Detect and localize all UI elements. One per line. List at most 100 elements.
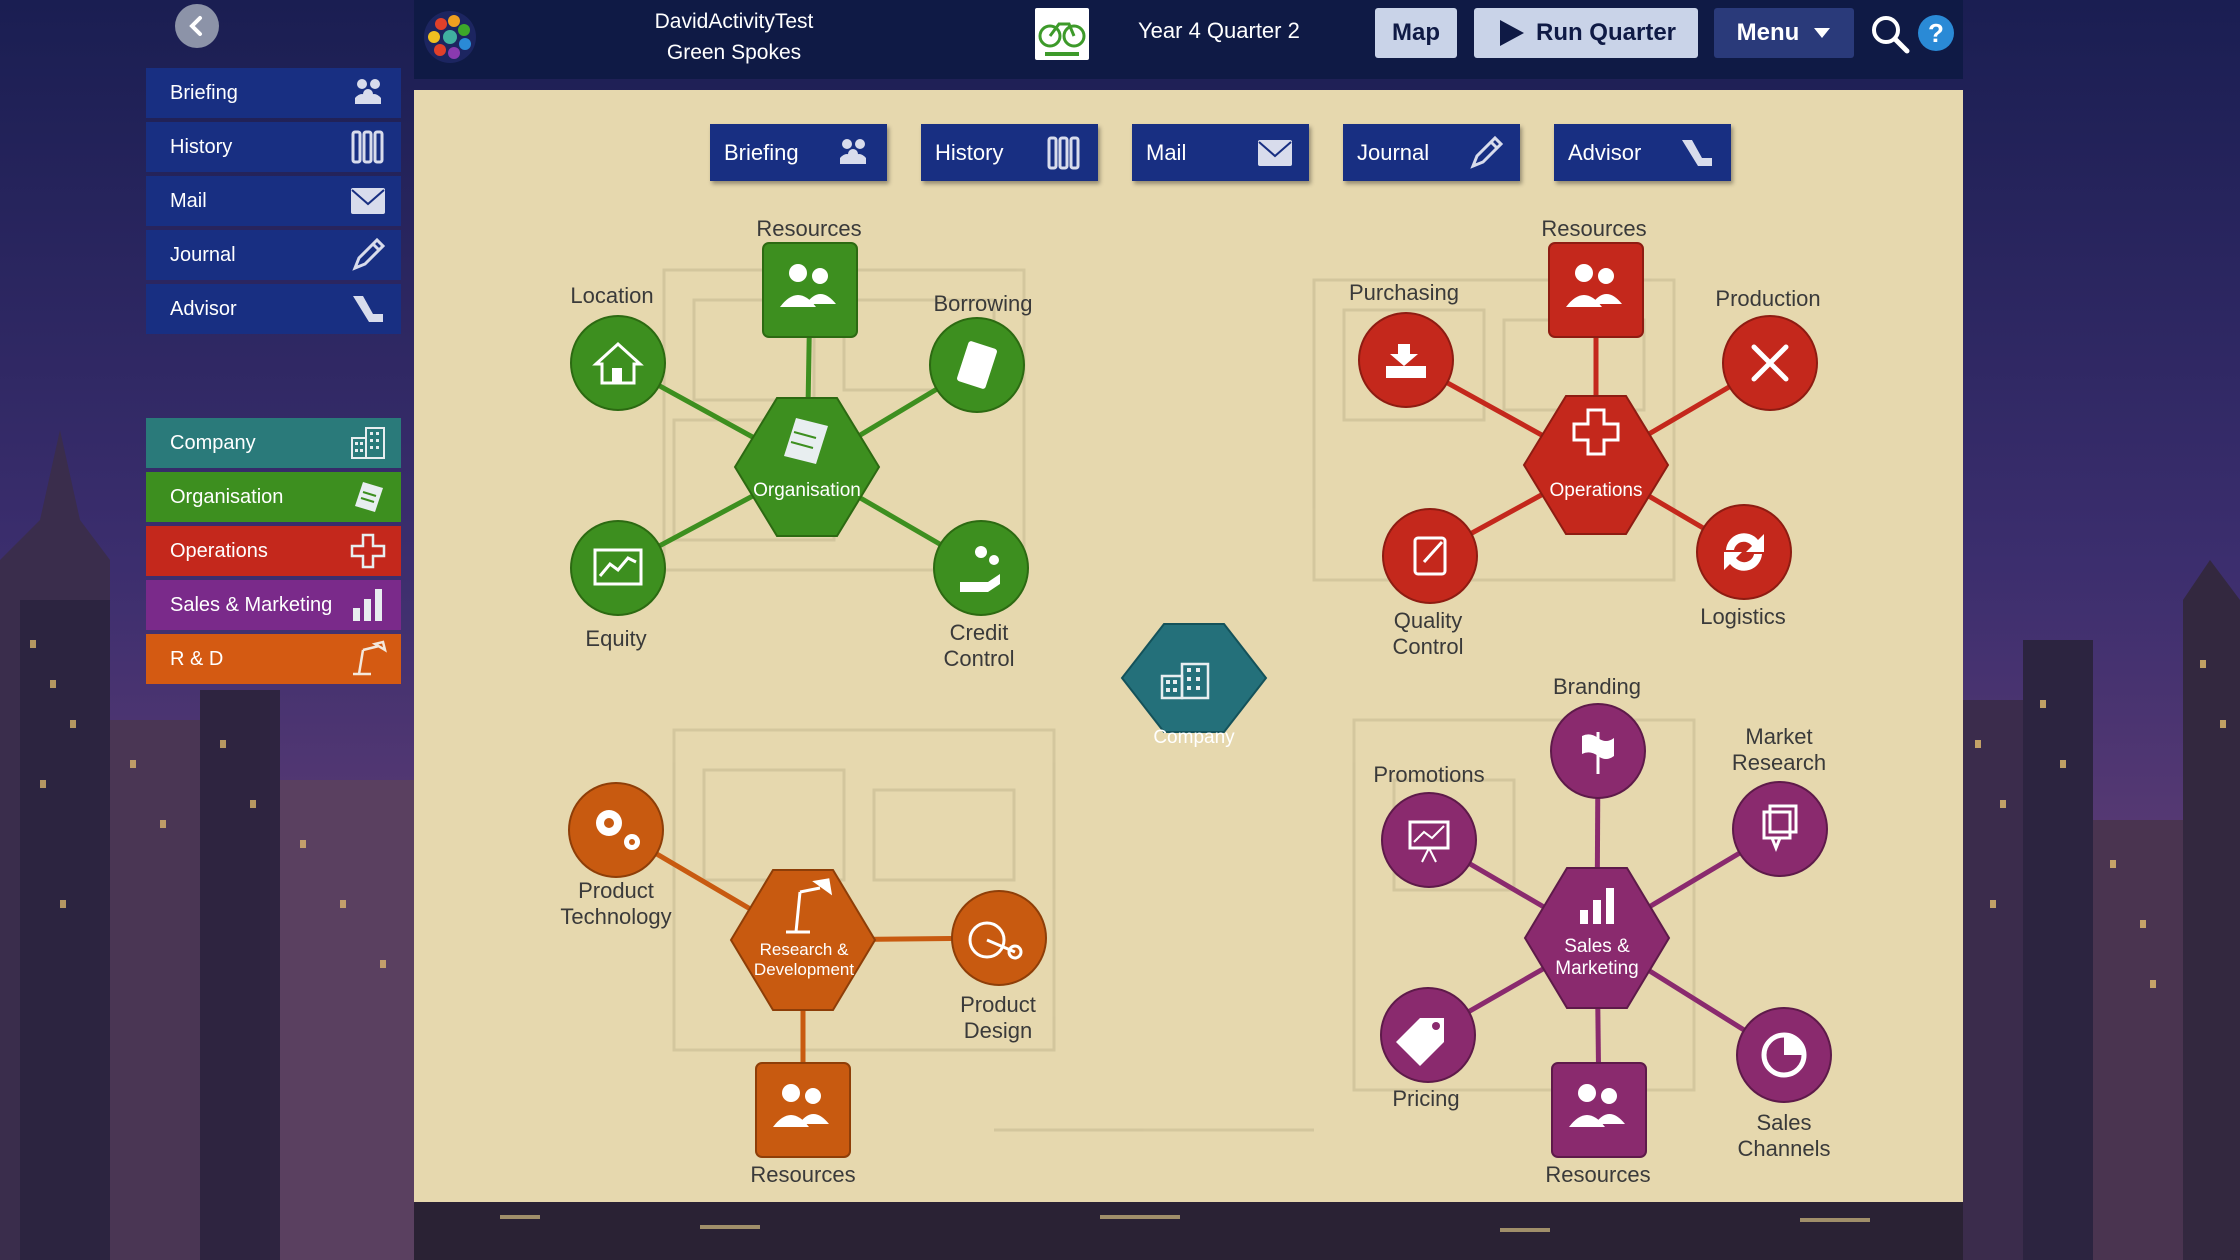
- sidebar-item-company[interactable]: Company: [146, 418, 401, 468]
- label-line: Market: [1745, 724, 1813, 749]
- rnd-resources-label: Resources: [750, 1162, 856, 1187]
- org-credit-control-label: Credit Control: [944, 620, 1015, 672]
- sidebar-item-label: Advisor: [170, 297, 237, 320]
- app-logo: [421, 8, 479, 66]
- org-resources-node[interactable]: [762, 242, 858, 338]
- org-credit-control-node[interactable]: [933, 520, 1029, 616]
- help-button[interactable]: ?: [1918, 15, 1954, 51]
- org-equity-label: Equity: [585, 626, 647, 651]
- rnd-resources-node[interactable]: [755, 1062, 851, 1158]
- company-hub[interactable]: [1120, 623, 1272, 733]
- mail-icon: [349, 182, 387, 220]
- lamp-icon: [349, 640, 387, 678]
- sidebar-item-organisation[interactable]: Organisation: [146, 472, 401, 522]
- label-line: Control: [943, 646, 1015, 671]
- label-line: Sales &: [1564, 936, 1630, 957]
- sm-pricing-node[interactable]: [1380, 987, 1476, 1083]
- ops-logistics-label: Logistics: [1700, 604, 1786, 629]
- bar-chart-icon: [349, 586, 387, 624]
- rnd-product-technology-node[interactable]: [568, 782, 664, 878]
- label-line: Development: [753, 960, 855, 979]
- label-line: Credit: [949, 620, 1009, 645]
- sidebar-item-label: Briefing: [170, 81, 238, 104]
- rnd-hub-label: Research & Development: [754, 940, 854, 980]
- ops-purchasing-node[interactable]: [1358, 312, 1454, 408]
- operations-icon: [349, 532, 387, 570]
- label-line: Quality: [1393, 608, 1463, 633]
- sidebar-item-history[interactable]: History: [146, 122, 401, 172]
- simulation-title: DavidActivityTest Green Spokes: [614, 6, 854, 68]
- back-button[interactable]: [175, 4, 219, 48]
- advisor-icon: [349, 290, 387, 328]
- rnd-product-technology-label: Product Technology: [560, 878, 671, 930]
- sidebar-item-rnd[interactable]: R & D: [146, 634, 401, 684]
- play-icon: [1499, 20, 1524, 46]
- building-icon: [349, 424, 387, 462]
- sidebar-item-advisor[interactable]: Advisor: [146, 284, 401, 334]
- sm-market-research-node[interactable]: [1732, 781, 1828, 877]
- sidebar-item-operations[interactable]: Operations: [146, 526, 401, 576]
- ops-quality-control-label: Quality Control: [1393, 608, 1464, 660]
- sm-market-research-label: Market Research: [1732, 724, 1826, 776]
- sm-branding-label: Branding: [1552, 674, 1642, 699]
- sidebar-item-label: Organisation: [170, 485, 284, 508]
- sidebar-item-label: Operations: [170, 539, 268, 562]
- sm-resources-node[interactable]: [1551, 1062, 1647, 1158]
- sm-resources-label: Resources: [1545, 1162, 1651, 1187]
- sm-branding-node[interactable]: [1550, 703, 1646, 799]
- label-line: Research &: [759, 940, 849, 959]
- pencil-icon: [349, 236, 387, 274]
- search-icon: [1872, 16, 1910, 54]
- run-quarter-label: Run Quarter: [1535, 19, 1676, 46]
- sidebar-bottom: Company Organisation Operations Sales & …: [146, 418, 401, 688]
- rnd-product-design-label: Product Design: [960, 992, 1036, 1044]
- search-button[interactable]: [1870, 14, 1910, 54]
- chevron-left-icon: [189, 16, 202, 36]
- label-line: Marketing: [1555, 958, 1639, 979]
- organisation-hub-label: Organisation: [753, 480, 861, 501]
- main-panel: Briefing History Mail Journal Advisor Re…: [414, 90, 1963, 1202]
- map-button[interactable]: Map: [1375, 8, 1457, 58]
- org-resources-label: Resources: [756, 216, 862, 241]
- label-line: Product: [578, 878, 654, 903]
- ops-quality-control-node[interactable]: [1382, 508, 1478, 604]
- ops-resources-label: Resources: [1541, 216, 1647, 241]
- sales-marketing-hub-label: Sales & Marketing: [1555, 936, 1638, 980]
- sidebar-item-label: History: [170, 135, 233, 158]
- operations-hub-label: Operations: [1549, 480, 1643, 501]
- company-hub-label: Company: [1153, 727, 1235, 748]
- rnd-product-design-node[interactable]: [951, 890, 1047, 986]
- caret-down-icon: [1814, 28, 1831, 38]
- company-name: Green Spokes: [666, 41, 802, 64]
- sidebar-item-journal[interactable]: Journal: [146, 230, 401, 280]
- sidebar-item-label: Mail: [170, 189, 207, 212]
- ops-logistics-node[interactable]: [1696, 504, 1792, 600]
- history-icon: [349, 128, 387, 166]
- simulation-name: DavidActivityTest: [654, 10, 814, 33]
- org-equity-node[interactable]: [570, 520, 666, 616]
- label-line: Control: [1392, 634, 1464, 659]
- sidebar-item-label: Journal: [170, 243, 236, 266]
- sidebar-item-briefing[interactable]: Briefing: [146, 68, 401, 118]
- sm-sales-channels-node[interactable]: [1736, 1007, 1832, 1103]
- organisation-hub[interactable]: [733, 397, 881, 537]
- sidebar-item-label: R & D: [170, 647, 224, 670]
- top-bar: DavidActivityTest Green Spokes Year 4 Qu…: [414, 0, 1963, 79]
- menu-button[interactable]: Menu: [1714, 8, 1854, 58]
- org-location-node[interactable]: [570, 315, 666, 411]
- operations-hub[interactable]: [1522, 395, 1670, 535]
- sidebar-item-sales-marketing[interactable]: Sales & Marketing: [146, 580, 401, 630]
- company-logo: [1035, 8, 1089, 60]
- sidebar-item-label: Company: [170, 431, 256, 454]
- sidebar-item-mail[interactable]: Mail: [146, 176, 401, 226]
- run-quarter-button[interactable]: Run Quarter: [1474, 8, 1698, 58]
- org-borrowing-node[interactable]: [929, 317, 1025, 413]
- sm-promotions-node[interactable]: [1381, 792, 1477, 888]
- sm-promotions-label: Promotions: [1373, 762, 1485, 787]
- sidebar-top: Briefing History Mail Journal Advisor: [146, 68, 401, 338]
- sm-sales-channels-label: Sales Channels: [1738, 1110, 1831, 1162]
- ops-resources-node[interactable]: [1548, 242, 1644, 338]
- ops-production-node[interactable]: [1722, 315, 1818, 411]
- ops-production-label: Production: [1715, 286, 1821, 311]
- sidebar-item-label: Sales & Marketing: [170, 593, 333, 616]
